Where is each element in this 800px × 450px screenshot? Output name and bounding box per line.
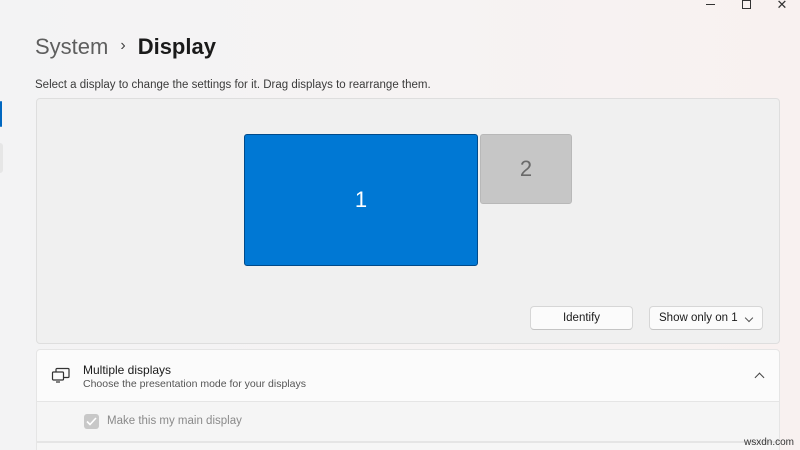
nav-item[interactable] — [0, 143, 3, 173]
display-mode-value: Show only on 1 — [659, 312, 738, 324]
maximize-button[interactable] — [728, 0, 764, 12]
page-description: Select a display to change the settings … — [35, 79, 431, 91]
checkmark-icon — [86, 417, 97, 426]
close-icon: ✕ — [776, 0, 788, 12]
identify-button[interactable]: Identify — [530, 306, 633, 330]
maximize-icon — [741, 0, 751, 9]
minimize-button[interactable] — [692, 0, 728, 12]
main-display-row: Make this my main display — [36, 402, 780, 442]
next-setting-row — [36, 442, 780, 450]
chevron-down-icon — [744, 313, 754, 323]
watermark: wsxdn.com — [743, 437, 794, 448]
monitor-1[interactable]: 1 — [244, 134, 478, 266]
multiple-displays-title: Multiple displays — [83, 363, 172, 377]
identify-button-label: Identify — [562, 312, 601, 324]
multiple-displays-icon — [51, 367, 70, 383]
nav-item-selected[interactable] — [0, 101, 3, 127]
breadcrumb: System › Display — [35, 34, 216, 60]
breadcrumb-system[interactable]: System — [35, 34, 108, 60]
multiple-displays-subtitle: Choose the presentation mode for your di… — [83, 378, 306, 390]
chevron-up-icon[interactable] — [754, 372, 765, 383]
main-display-label: Make this my main display — [107, 415, 242, 427]
multiple-displays-card[interactable]: Multiple displays Choose the presentatio… — [36, 349, 780, 402]
display-arrangement-panel: 1 2 Identify Show only on 1 — [36, 98, 780, 344]
page-title: Display — [137, 34, 216, 59]
chevron-right-icon: › — [120, 37, 126, 54]
monitor-2-label: 2 — [519, 156, 533, 181]
main-display-checkbox[interactable] — [84, 414, 99, 429]
monitor-2[interactable]: 2 — [480, 134, 572, 204]
minimize-icon — [705, 4, 715, 5]
display-mode-dropdown[interactable]: Show only on 1 — [649, 306, 763, 330]
monitor-1-label: 1 — [354, 187, 368, 212]
window-controls: ✕ — [692, 0, 800, 12]
selection-indicator — [0, 101, 2, 127]
close-button[interactable]: ✕ — [764, 0, 800, 12]
